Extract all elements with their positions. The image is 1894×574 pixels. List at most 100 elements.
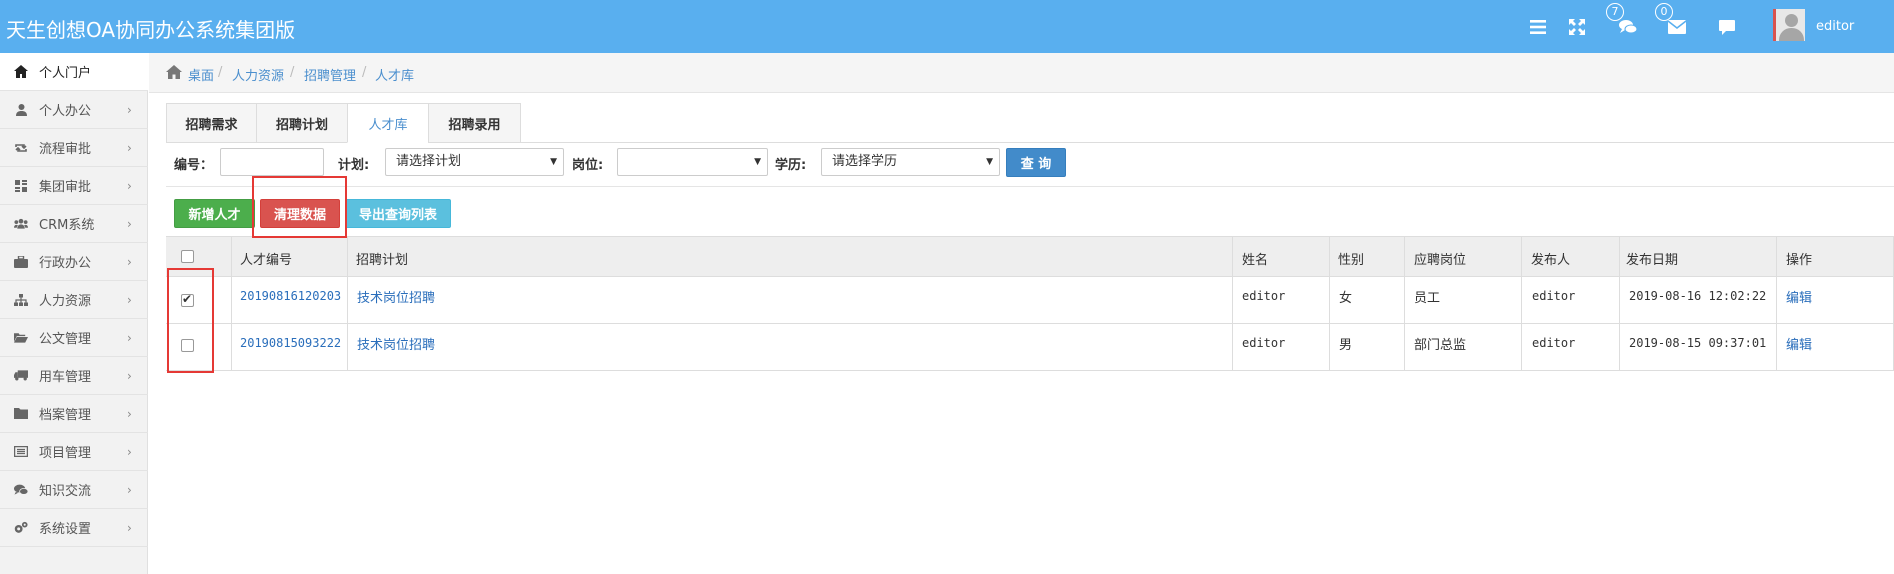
username-label[interactable]: editor xyxy=(1816,19,1854,34)
recruitment-plan-link[interactable]: 技术岗位招聘 xyxy=(357,334,435,353)
chevron-right-icon: › xyxy=(127,141,132,155)
chat-icon[interactable] xyxy=(1716,17,1738,37)
breadcrumb-talent-pool[interactable]: 人才库 xyxy=(375,65,414,84)
query-button[interactable]: 查 询 xyxy=(1006,148,1066,177)
sidebar-item-hr[interactable]: 人力资源 › xyxy=(0,281,148,319)
sidebar-item-label: 人力资源 xyxy=(39,294,92,309)
home-icon xyxy=(14,65,28,79)
position-cell: 员工 xyxy=(1414,291,1441,306)
messages-icon[interactable] xyxy=(1617,17,1639,37)
column-header: 发布人 xyxy=(1531,253,1571,268)
sidebar-item-archives[interactable]: 档案管理 › xyxy=(0,395,148,433)
chevron-right-icon: › xyxy=(127,179,132,193)
sidebar-item-knowledge[interactable]: 知识交流 › xyxy=(0,471,148,509)
plan-select[interactable]: 请选择计划 ▼ xyxy=(385,148,564,176)
sidebar: 个人门户 个人办公 › 流程审批 › 集团审批 › CRM系统 › 行政办公 ›… xyxy=(0,53,148,574)
sidebar-item-label: 系统设置 xyxy=(39,522,92,537)
tab-recruitment-hire[interactable]: 招聘录用 xyxy=(428,103,521,143)
breadcrumb: 桌面 / 人力资源 / 招聘管理 / 人才库 xyxy=(149,53,1894,93)
sidebar-item-label: 用车管理 xyxy=(39,370,92,385)
sidebar-item-group-approval[interactable]: 集团审批 › xyxy=(0,167,148,205)
chevron-right-icon: › xyxy=(127,217,132,231)
add-talent-button[interactable]: 新增人才 xyxy=(174,199,255,228)
retweet-icon xyxy=(14,141,28,155)
app-title: 天生创想OA协同办公系统集团版 xyxy=(6,18,296,42)
users-icon xyxy=(14,217,28,231)
briefcase-icon xyxy=(14,255,28,269)
position-select[interactable]: ▼ xyxy=(617,148,768,176)
chevron-right-icon: › xyxy=(127,445,132,459)
date-cell: 2019-08-16 12:02:22 xyxy=(1629,289,1767,303)
mail-icon[interactable] xyxy=(1666,17,1688,37)
user-avatar[interactable] xyxy=(1773,9,1805,41)
column-header: 应聘岗位 xyxy=(1414,253,1467,268)
dropdown-arrow-icon: ▼ xyxy=(754,157,761,167)
tab-recruitment-needs[interactable]: 招聘需求 xyxy=(166,103,257,143)
tab-bar: 招聘需求 招聘计划 人才库 招聘录用 xyxy=(166,103,1894,143)
breadcrumb-hr[interactable]: 人力资源 xyxy=(232,65,284,84)
menu-toggle-icon[interactable] xyxy=(1527,17,1549,37)
chevron-right-icon: › xyxy=(127,103,132,117)
sidebar-item-portal[interactable]: 个人门户 xyxy=(0,53,148,91)
top-navbar: 天生创想OA协同办公系统集团版 7 0 editor xyxy=(0,0,1894,53)
publisher-cell: editor xyxy=(1532,336,1576,350)
sidebar-item-label: 档案管理 xyxy=(39,408,92,423)
export-list-button[interactable]: 导出查询列表 xyxy=(345,199,451,228)
tab-talent-pool[interactable]: 人才库 xyxy=(347,103,429,143)
mail-badge: 0 xyxy=(1655,3,1673,21)
number-label: 编号： xyxy=(174,158,214,173)
sidebar-item-documents[interactable]: 公文管理 › xyxy=(0,319,148,357)
chevron-right-icon: › xyxy=(127,407,132,421)
sidebar-item-label: 知识交流 xyxy=(39,484,92,499)
chevron-right-icon: › xyxy=(127,521,132,535)
sidebar-item-settings[interactable]: 系统设置 › xyxy=(0,509,148,547)
talent-id-link[interactable]: 20190816120203 xyxy=(240,289,341,303)
recruitment-plan-link[interactable]: 技术岗位招聘 xyxy=(357,287,435,306)
chevron-right-icon: › xyxy=(127,255,132,269)
plan-label: 计划: xyxy=(338,158,370,173)
breadcrumb-desktop[interactable]: 桌面 xyxy=(188,65,214,84)
select-all-checkbox[interactable] xyxy=(181,250,194,263)
column-header: 招聘计划 xyxy=(356,253,409,268)
sidebar-item-label: 个人门户 xyxy=(39,66,92,81)
cogs-icon xyxy=(14,521,28,535)
talent-id-link[interactable]: 20190815093222 xyxy=(240,336,341,350)
breadcrumb-recruitment[interactable]: 招聘管理 xyxy=(304,65,356,84)
number-input[interactable] xyxy=(220,148,324,176)
comments-icon xyxy=(14,483,28,497)
chevron-right-icon: › xyxy=(127,331,132,345)
table-header: 人才编号 招聘计划 姓名 性别 应聘岗位 发布人 发布日期 操作 xyxy=(166,236,1894,277)
grid-icon xyxy=(14,179,28,193)
edit-link[interactable]: 编辑 xyxy=(1786,287,1812,306)
position-label: 岗位: xyxy=(572,158,604,173)
sidebar-item-label: 项目管理 xyxy=(39,446,92,461)
edit-link[interactable]: 编辑 xyxy=(1786,334,1812,353)
sidebar-item-personal-office[interactable]: 个人办公 › xyxy=(0,91,148,129)
sidebar-item-admin-office[interactable]: 行政办公 › xyxy=(0,243,148,281)
sidebar-item-crm[interactable]: CRM系统 › xyxy=(0,205,148,243)
sidebar-item-workflow-approval[interactable]: 流程审批 › xyxy=(0,129,148,167)
highlight-clear-button xyxy=(252,176,347,238)
highlight-row-checkboxes xyxy=(167,268,214,373)
column-header: 人才编号 xyxy=(240,253,293,268)
home-icon[interactable] xyxy=(166,65,182,83)
name-cell: editor xyxy=(1242,289,1286,303)
date-cell: 2019-08-15 09:37:01 xyxy=(1629,336,1767,350)
fullscreen-icon[interactable] xyxy=(1566,17,1588,37)
gender-cell: 男 xyxy=(1339,338,1353,353)
education-label: 学历: xyxy=(775,158,807,173)
name-cell: editor xyxy=(1242,336,1286,350)
sidebar-item-projects[interactable]: 项目管理 › xyxy=(0,433,148,471)
dropdown-arrow-icon: ▼ xyxy=(550,157,557,167)
messages-badge: 7 xyxy=(1606,3,1624,21)
sitemap-icon xyxy=(14,293,28,307)
tab-recruitment-plan[interactable]: 招聘计划 xyxy=(256,103,348,143)
sidebar-item-label: 行政办公 xyxy=(39,256,92,271)
chevron-right-icon: › xyxy=(127,293,132,307)
sidebar-item-label: 流程审批 xyxy=(39,142,92,157)
sidebar-item-vehicles[interactable]: 用车管理 › xyxy=(0,357,148,395)
sidebar-item-label: 集团审批 xyxy=(39,180,92,195)
column-header: 发布日期 xyxy=(1626,253,1679,268)
sidebar-item-label: CRM系统 xyxy=(39,218,95,233)
education-select[interactable]: 请选择学历 ▼ xyxy=(821,148,1000,176)
